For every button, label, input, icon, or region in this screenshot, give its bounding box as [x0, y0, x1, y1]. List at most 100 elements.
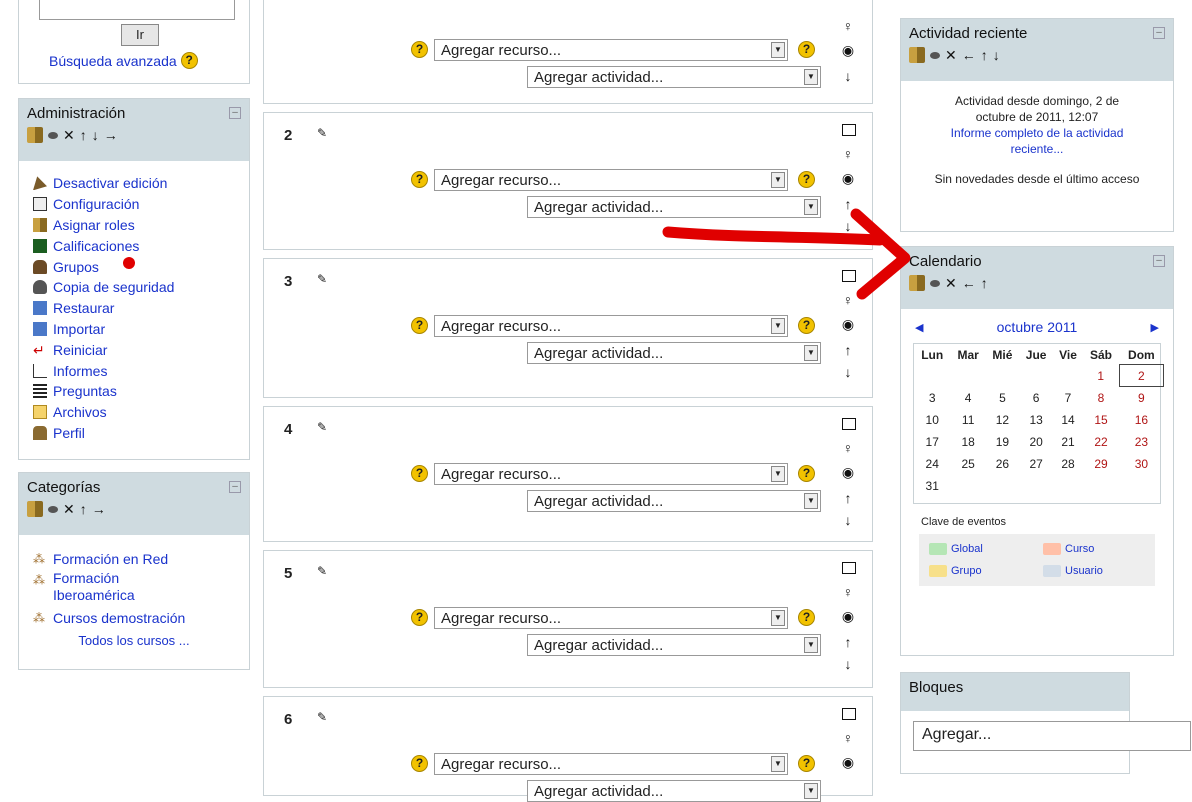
- move-left-icon[interactable]: ←: [962, 47, 976, 63]
- eye-icon[interactable]: [48, 131, 58, 139]
- calendar-day[interactable]: 1: [1083, 365, 1119, 387]
- eye-icon[interactable]: ◉: [840, 608, 856, 625]
- help-icon[interactable]: ?: [411, 317, 428, 334]
- add-resource-select[interactable]: Agregar recurso... ▼: [434, 39, 788, 61]
- legend-user[interactable]: Usuario: [1039, 562, 1149, 580]
- calendar-day[interactable]: 21: [1053, 431, 1082, 453]
- help-icon[interactable]: ?: [798, 609, 815, 626]
- search-input[interactable]: [39, 0, 235, 20]
- calendar-day[interactable]: 6: [1019, 387, 1053, 409]
- calendar-day[interactable]: 22: [1083, 431, 1119, 453]
- add-activity-select[interactable]: Agregar actividad... ▼: [527, 634, 821, 656]
- admin-item-restaurar[interactable]: Restaurar: [33, 298, 235, 319]
- edit-summary-icon[interactable]: ✎: [316, 564, 328, 578]
- calendar-day[interactable]: 28: [1053, 453, 1082, 475]
- delete-icon[interactable]: ✕: [63, 127, 75, 144]
- move-down-icon[interactable]: ↓: [840, 512, 856, 528]
- calendar-day[interactable]: 5: [986, 387, 1019, 409]
- edit-summary-icon[interactable]: ✎: [316, 126, 328, 140]
- add-activity-select[interactable]: Agregar actividad... ▼: [527, 342, 821, 364]
- category-item[interactable]: ⁂ Cursos demostración: [33, 608, 235, 629]
- light-icon[interactable]: ♀: [840, 18, 856, 34]
- calendar-day[interactable]: 17: [914, 431, 950, 453]
- calendar-day[interactable]: 12: [986, 409, 1019, 431]
- eye-icon[interactable]: ◉: [840, 754, 856, 771]
- move-up-icon[interactable]: ↑: [840, 634, 856, 650]
- help-icon[interactable]: ?: [411, 171, 428, 188]
- move-down-icon[interactable]: ↓: [840, 218, 856, 234]
- admin-item-informes[interactable]: Informes: [33, 360, 235, 381]
- help-icon[interactable]: ?: [411, 465, 428, 482]
- admin-item-reiniciar[interactable]: ↵ Reiniciar: [33, 339, 235, 360]
- admin-item-archivos[interactable]: Archivos: [33, 402, 235, 423]
- prev-month-icon[interactable]: ◀: [915, 321, 923, 334]
- assign-roles-icon[interactable]: [27, 501, 43, 517]
- calendar-day[interactable]: 15: [1083, 409, 1119, 431]
- eye-icon[interactable]: ◉: [840, 316, 856, 333]
- next-month-icon[interactable]: ▶: [1151, 321, 1159, 334]
- admin-item-desactivar[interactable]: Desactivar edición: [33, 173, 235, 194]
- add-resource-select[interactable]: Agregar recurso... ▼: [434, 169, 788, 191]
- add-resource-select[interactable]: Agregar recurso... ▼: [434, 753, 788, 775]
- calendar-day[interactable]: 18: [950, 431, 985, 453]
- calendar-day[interactable]: 3: [914, 387, 950, 409]
- help-icon[interactable]: ?: [411, 41, 428, 58]
- add-resource-select[interactable]: Agregar recurso... ▼: [434, 463, 788, 485]
- highlight-icon[interactable]: [842, 418, 856, 430]
- calendar-day[interactable]: 11: [950, 409, 985, 431]
- collapse-icon[interactable]: –: [1153, 27, 1165, 39]
- light-icon[interactable]: ♀: [840, 440, 856, 456]
- add-resource-select[interactable]: Agregar recurso... ▼: [434, 607, 788, 629]
- legend-global[interactable]: Global: [925, 540, 1035, 558]
- calendar-day[interactable]: 29: [1083, 453, 1119, 475]
- help-icon[interactable]: ?: [798, 41, 815, 58]
- add-activity-select[interactable]: Agregar actividad... ▼: [527, 490, 821, 512]
- calendar-day[interactable]: 7: [1053, 387, 1082, 409]
- collapse-icon[interactable]: –: [229, 107, 241, 119]
- add-block-select[interactable]: Agregar...: [913, 721, 1191, 751]
- edit-summary-icon[interactable]: ✎: [316, 420, 328, 434]
- assign-roles-icon[interactable]: [909, 47, 925, 63]
- move-up-icon[interactable]: ↑: [981, 47, 988, 63]
- move-down-icon[interactable]: ↓: [840, 68, 856, 84]
- legend-course[interactable]: Curso: [1039, 540, 1149, 558]
- eye-icon[interactable]: ◉: [840, 170, 856, 187]
- help-icon[interactable]: ?: [411, 609, 428, 626]
- help-icon[interactable]: ?: [798, 317, 815, 334]
- add-resource-select[interactable]: Agregar recurso... ▼: [434, 315, 788, 337]
- move-right-icon[interactable]: →: [104, 127, 118, 143]
- calendar-day[interactable]: 10: [914, 409, 950, 431]
- eye-icon[interactable]: [48, 505, 58, 513]
- calendar-month-link[interactable]: octubre 2011: [997, 319, 1078, 335]
- help-icon[interactable]: ?: [798, 755, 815, 772]
- collapse-icon[interactable]: –: [229, 481, 241, 493]
- calendar-day[interactable]: 24: [914, 453, 950, 475]
- light-icon[interactable]: ♀: [840, 292, 856, 308]
- move-up-icon[interactable]: ↑: [840, 196, 856, 212]
- help-icon[interactable]: ?: [798, 171, 815, 188]
- move-up-icon[interactable]: ↑: [80, 501, 87, 517]
- help-icon[interactable]: ?: [180, 52, 198, 69]
- add-activity-select[interactable]: Agregar actividad... ▼: [527, 66, 821, 88]
- move-right-icon[interactable]: →: [92, 501, 106, 517]
- move-down-icon[interactable]: ↓: [840, 364, 856, 380]
- calendar-day[interactable]: 2: [1118, 364, 1165, 387]
- calendar-day[interactable]: 20: [1019, 431, 1053, 453]
- eye-icon[interactable]: [930, 51, 940, 59]
- collapse-icon[interactable]: –: [1153, 255, 1165, 267]
- calendar-day[interactable]: 26: [986, 453, 1019, 475]
- calendar-day[interactable]: 14: [1053, 409, 1082, 431]
- move-down-icon[interactable]: ↓: [840, 656, 856, 672]
- delete-icon[interactable]: ✕: [945, 275, 957, 292]
- calendar-day[interactable]: 30: [1119, 453, 1163, 475]
- category-item[interactable]: ⁂ Formación en Red: [33, 549, 235, 570]
- delete-icon[interactable]: ✕: [945, 47, 957, 64]
- all-courses-link[interactable]: Todos los cursos ...: [33, 633, 235, 648]
- eye-icon[interactable]: [930, 279, 940, 287]
- calendar-day[interactable]: 19: [986, 431, 1019, 453]
- admin-item-calificaciones[interactable]: Calificaciones: [33, 235, 235, 256]
- calendar-day[interactable]: 31: [914, 475, 950, 497]
- calendar-day[interactable]: 4: [950, 387, 985, 409]
- calendar-day[interactable]: 8: [1083, 387, 1119, 409]
- eye-icon[interactable]: ◉: [840, 42, 856, 59]
